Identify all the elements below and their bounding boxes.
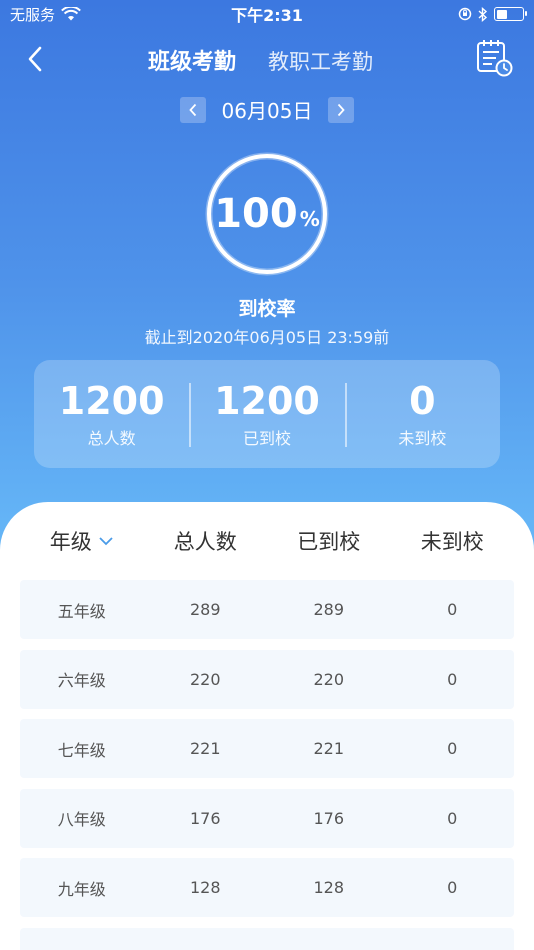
summary-total-label: 总人数 — [87, 429, 136, 448]
current-date: 06月05日 — [221, 99, 313, 123]
orientation-lock-icon — [458, 7, 472, 21]
cell-absent: 0 — [447, 669, 458, 689]
table-row[interactable]: 五年级 289 289 0 — [20, 580, 514, 639]
chevron-down-icon — [99, 537, 113, 546]
status-left: 无服务 — [10, 4, 81, 25]
status-right — [458, 6, 527, 22]
tab-class-attendance[interactable]: 班级考勤 — [148, 44, 236, 76]
table-header: 年级 总人数 已到校 未到校 — [0, 502, 534, 580]
cell-total: 128 — [189, 878, 221, 897]
cell-absent: 0 — [447, 878, 458, 897]
battery-icon — [494, 7, 527, 21]
cell-total: 176 — [189, 808, 221, 828]
summary-absent-value: 0 — [409, 379, 436, 423]
cell-arrived: 220 — [313, 669, 345, 689]
cell-absent: 0 — [447, 600, 458, 619]
chevron-left-icon — [28, 46, 42, 72]
attendance-tabs: 班级考勤 教职工考勤 — [148, 44, 373, 76]
cell-arrived: 221 — [313, 739, 345, 758]
header-absent: 未到校 — [420, 530, 484, 554]
wifi-icon — [61, 7, 81, 21]
rate-label: 到校率 — [238, 298, 296, 320]
rate-number: 100 — [214, 191, 298, 237]
header-arrived: 已到校 — [297, 530, 361, 554]
table-rows: 五年级 289 289 0 六年级 220 220 0 七年级 221 221 … — [0, 580, 534, 950]
cell-arrived: 128 — [313, 878, 345, 897]
tab-staff-attendance[interactable]: 教职工考勤 — [268, 46, 373, 76]
prev-date-button[interactable] — [179, 96, 206, 123]
nav-bar: 班级考勤 教职工考勤 — [0, 36, 534, 82]
summary-arrived-label: 已到校 — [242, 429, 291, 448]
calendar-clock-icon — [477, 40, 513, 77]
cell-total: 220 — [189, 669, 221, 689]
rate-unit: % — [299, 207, 320, 231]
cell-absent: 0 — [447, 739, 458, 758]
grade-filter-dropdown[interactable]: 年级 — [20, 526, 144, 556]
chevron-left-icon — [188, 103, 196, 116]
battery-level — [496, 9, 507, 19]
cell-grade: 七年级 — [57, 740, 106, 760]
cell-grade: 八年级 — [57, 810, 106, 829]
header-total: 总人数 — [173, 530, 237, 554]
table-row[interactable]: 七年级 221 221 0 — [20, 719, 514, 778]
calendar-button[interactable] — [474, 38, 514, 78]
summary-arrived: 1200 已到校 — [189, 379, 344, 449]
table-row[interactable]: 六年级 220 220 0 — [20, 649, 514, 709]
cell-grade: 五年级 — [57, 601, 106, 621]
cell-arrived: 289 — [313, 600, 345, 619]
attendance-rate-value: 100 % — [205, 152, 329, 276]
table-row[interactable]: 九年级 128 128 0 — [20, 858, 514, 917]
cell-total: 289 — [189, 600, 221, 619]
table-row-partial[interactable] — [20, 927, 514, 950]
cell-total: 221 — [189, 739, 221, 758]
summary-arrived-value: 1200 — [214, 379, 320, 423]
deadline-text: 截止到2020年06月05日 23:59前 — [144, 328, 390, 347]
cell-arrived: 176 — [313, 808, 345, 828]
summary-total-value: 1200 — [58, 379, 165, 423]
date-selector: 06月05日 — [0, 95, 534, 124]
status-bar: 无服务 下午2:31 — [0, 0, 534, 28]
table-row[interactable]: 八年级 176 176 0 — [20, 788, 514, 848]
cell-absent: 0 — [447, 808, 458, 828]
carrier-text: 无服务 — [10, 5, 56, 24]
chevron-right-icon — [338, 103, 346, 116]
summary-total: 1200 总人数 — [34, 379, 189, 449]
bluetooth-icon — [478, 6, 488, 22]
next-date-button[interactable] — [328, 96, 355, 123]
summary-absent-label: 未到校 — [398, 429, 447, 448]
cell-grade: 九年级 — [57, 879, 106, 899]
cell-grade: 六年级 — [57, 671, 106, 690]
grade-table-panel: 年级 总人数 已到校 未到校 五年级 289 289 0 六年级 220 220… — [0, 502, 534, 950]
summary-absent: 0 未到校 — [344, 379, 500, 449]
header-grade: 年级 — [49, 530, 92, 554]
summary-card: 1200 总人数 1200 已到校 0 未到校 — [34, 360, 500, 468]
back-button[interactable] — [18, 42, 52, 76]
